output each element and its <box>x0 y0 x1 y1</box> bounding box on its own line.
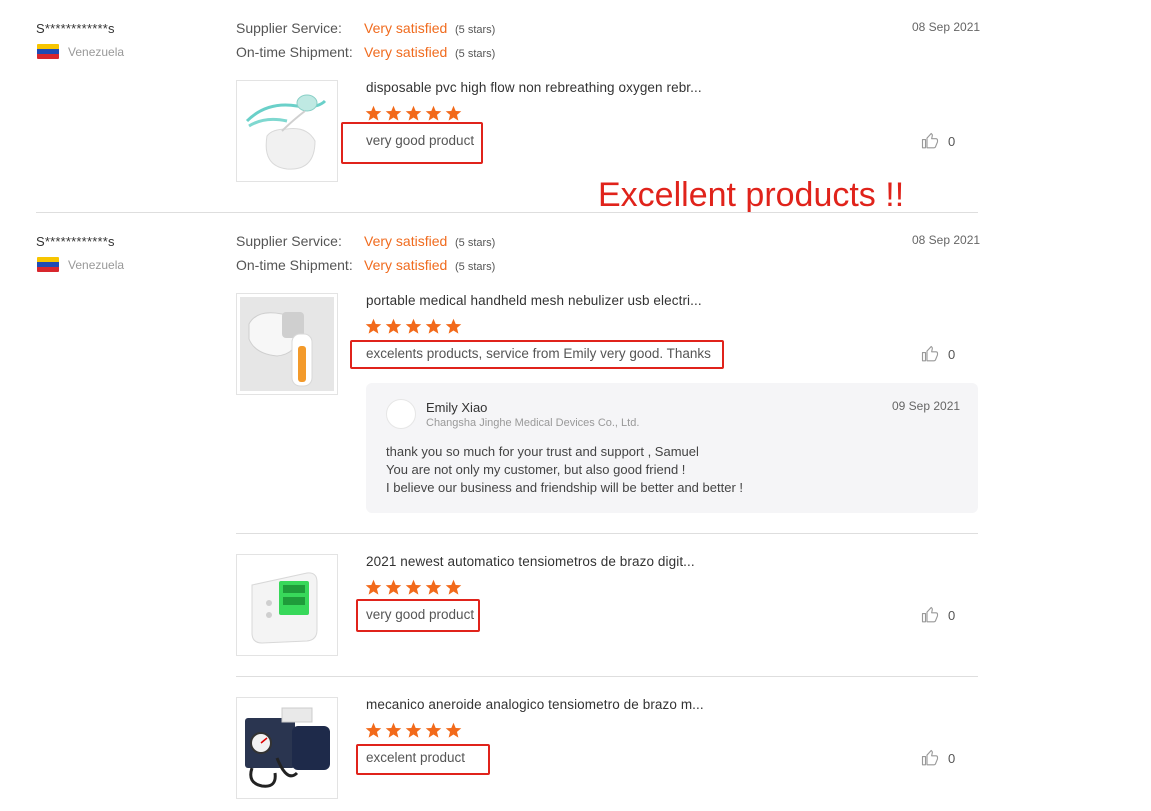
star-icon <box>425 105 442 121</box>
star-icon <box>365 318 382 334</box>
star-icon <box>365 105 382 121</box>
rating-value: Very satisfied <box>364 20 448 36</box>
review-text: excelents products, service from Emily v… <box>366 346 711 361</box>
reviewer-name: S************s <box>36 234 115 249</box>
supplier-service-rating: Supplier Service: Very satisfied (5 star… <box>236 20 495 36</box>
product-thumbnail[interactable] <box>236 80 338 182</box>
review-divider <box>36 212 978 213</box>
star-icon <box>385 318 402 334</box>
reviewer-country: Venezuela <box>37 257 124 272</box>
product-divider <box>236 676 978 677</box>
star-icon <box>445 318 462 334</box>
star-icon <box>445 579 462 595</box>
star-icon <box>365 579 382 595</box>
star-icon <box>385 722 402 738</box>
star-icon <box>405 318 422 334</box>
product-rating-stars <box>365 722 462 739</box>
seller-company: Changsha Jinghe Medical Devices Co., Ltd… <box>426 417 640 429</box>
rating-label: On-time Shipment: <box>236 257 353 273</box>
product-thumbnail[interactable] <box>236 554 338 656</box>
country-label: Venezuela <box>68 44 125 59</box>
review-text: excelent product <box>366 750 466 765</box>
product-thumbnail[interactable] <box>236 293 338 395</box>
rating-value: Very satisfied <box>364 257 448 273</box>
star-icon <box>425 579 442 595</box>
shipment-rating: On-time Shipment: Very satisfied (5 star… <box>236 257 495 273</box>
rating-value: Very satisfied <box>364 44 448 60</box>
star-icon <box>385 579 402 595</box>
shipment-rating: On-time Shipment: Very satisfied (5 star… <box>236 44 495 60</box>
thumbs-up-icon <box>921 132 939 149</box>
reviewer-country: Venezuela <box>37 44 124 59</box>
review-text: very good product <box>366 607 475 622</box>
reply-text-line: thank you so much for your trust and sup… <box>386 444 699 459</box>
review-text: very good product <box>366 133 475 148</box>
product-divider <box>236 533 978 534</box>
like-button[interactable]: 0 <box>921 606 955 624</box>
star-icon <box>425 722 442 738</box>
reply-text-line: I believe our business and friendship wi… <box>386 480 743 495</box>
product-title[interactable]: disposable pvc high flow non rebreathing… <box>366 80 702 95</box>
country-label: Venezuela <box>68 257 125 272</box>
star-icon <box>405 722 422 738</box>
product-rating-stars <box>365 105 462 122</box>
like-button[interactable]: 0 <box>921 749 955 767</box>
star-icon <box>405 105 422 121</box>
star-icon <box>445 105 462 121</box>
thumbs-up-icon <box>921 749 939 766</box>
thumbs-up-icon <box>921 606 939 623</box>
star-icon <box>405 579 422 595</box>
product-title[interactable]: portable medical handheld mesh nebulizer… <box>366 293 702 308</box>
seller-name: Emily Xiao <box>426 400 488 415</box>
reviewer-name: S************s <box>36 21 115 36</box>
venezuela-flag-icon <box>37 44 59 59</box>
product-title[interactable]: mecanico aneroide analogico tensiometro … <box>366 697 704 712</box>
nebulizer-image <box>240 297 334 391</box>
venezuela-flag-icon <box>37 257 59 272</box>
thumbs-up-icon <box>921 345 939 362</box>
like-count: 0 <box>948 607 956 623</box>
review-date: 08 Sep 2021 <box>912 20 981 34</box>
product-rating-stars <box>365 579 462 596</box>
rating-label: Supplier Service: <box>236 233 342 249</box>
rating-stars-text: (5 stars) <box>455 261 496 273</box>
like-count: 0 <box>948 750 956 766</box>
rating-label: Supplier Service: <box>236 20 342 36</box>
reply-date: 09 Sep 2021 <box>892 399 961 413</box>
like-button[interactable]: 0 <box>921 132 955 150</box>
product-thumbnail[interactable] <box>236 697 338 799</box>
star-icon <box>385 105 402 121</box>
aneroid-sphygmomanometer-image <box>245 707 330 788</box>
like-count: 0 <box>948 346 956 362</box>
rating-label: On-time Shipment: <box>236 44 353 60</box>
rating-stars-text: (5 stars) <box>455 237 496 249</box>
like-button[interactable]: 0 <box>921 345 955 363</box>
like-count: 0 <box>948 133 956 149</box>
supplier-service-rating: Supplier Service: Very satisfied (5 star… <box>236 233 495 249</box>
seller-avatar <box>386 399 416 429</box>
oxygen-mask-image <box>245 94 327 170</box>
product-title[interactable]: 2021 newest automatico tensiometros de b… <box>366 554 695 569</box>
star-icon <box>425 318 442 334</box>
rating-stars-text: (5 stars) <box>455 24 496 36</box>
star-icon <box>365 722 382 738</box>
rating-value: Very satisfied <box>364 233 448 249</box>
annotation-text: Excellent products !! <box>598 176 905 214</box>
product-rating-stars <box>365 318 462 335</box>
blood-pressure-monitor-image <box>251 572 318 644</box>
reply-text-line: You are not only my customer, but also g… <box>386 462 686 477</box>
star-icon <box>445 722 462 738</box>
review-date: 08 Sep 2021 <box>912 233 981 247</box>
rating-stars-text: (5 stars) <box>455 48 496 60</box>
